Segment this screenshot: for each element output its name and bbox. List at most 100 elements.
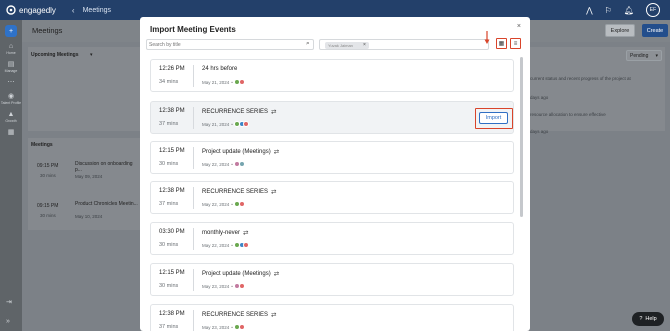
- create-button[interactable]: Create: [642, 24, 668, 37]
- divider: [193, 310, 194, 331]
- event-card[interactable]: 12:38 PM 37 mins RECURRENCE SERIES ⇄ May 21,…: [150, 101, 514, 134]
- attendee-avatar: [238, 283, 245, 289]
- attendee-avatars: [234, 79, 245, 85]
- event-date-row: May 23, 2024 •: [202, 283, 245, 289]
- event-title: 24 hrs before: [202, 66, 238, 72]
- meeting-duration: 30 mins: [40, 213, 56, 218]
- home-icon: ⌂: [8, 43, 14, 50]
- pending-filter-label: Pending: [630, 53, 649, 59]
- help-button[interactable]: ? Help: [632, 312, 664, 326]
- calendar-view-button[interactable]: ▦: [496, 38, 507, 49]
- event-card[interactable]: 12:15 PM 30 mins Project update (Meetings)…: [150, 263, 514, 296]
- event-card[interactable]: 03:30 PM 30 mins monthly-never ⇄ May 22, 202…: [150, 222, 514, 255]
- meeting-title[interactable]: Discussion on onboarding p...: [75, 161, 140, 173]
- list-view-button[interactable]: ≡: [510, 38, 521, 49]
- attendee-avatars: [234, 242, 250, 248]
- nav-item-talent-profile[interactable]: ◉ Talent Profile: [0, 93, 22, 105]
- notification-bell-icon[interactable]: 🔔︎: [624, 6, 634, 15]
- list-icon: ≡: [513, 40, 518, 47]
- chevron-down-icon[interactable]: ▾: [90, 52, 93, 58]
- activity-text: resource allocation to ensure effective: [530, 112, 606, 117]
- close-icon[interactable]: ×: [517, 23, 521, 30]
- search-input[interactable]: [146, 39, 314, 50]
- pending-filter[interactable]: Pending ▾: [626, 50, 662, 61]
- back-link[interactable]: ‹ Meetings: [72, 6, 111, 15]
- logout-icon[interactable]: ⇥: [6, 298, 12, 306]
- nav-item-grid[interactable]: ▦: [0, 129, 22, 137]
- event-title: Project update (Meetings): [202, 271, 271, 277]
- nav-label: Home: [6, 51, 16, 55]
- attendee-avatar: [238, 324, 245, 330]
- event-date: May 22, 2024: [202, 201, 230, 207]
- event-duration: 37 mins: [159, 201, 179, 207]
- annotation-arrow-icon: [484, 31, 490, 44]
- event-card[interactable]: 12:26 PM 34 mins 24 hrs before May 21, 2024…: [150, 59, 514, 92]
- event-time: 12:38 PM: [159, 311, 185, 317]
- collapse-icon[interactable]: »: [6, 318, 10, 325]
- divider: [193, 269, 194, 291]
- event-date-row: May 22, 2024 •: [202, 201, 245, 207]
- event-card[interactable]: 12:38 PM 37 mins RECURRENCE SERIES ⇄ May 23,…: [150, 304, 514, 331]
- attendee-avatar: [238, 79, 245, 85]
- divider: [193, 147, 194, 169]
- separator-dot: •: [231, 201, 233, 207]
- event-title-row: RECURRENCE SERIES ⇄: [202, 188, 276, 196]
- attendee-avatar: [243, 242, 250, 248]
- event-time: 12:15 PM: [159, 270, 185, 276]
- help-label: Help: [645, 316, 657, 322]
- event-date: May 21, 2024: [202, 79, 230, 85]
- brand-logo[interactable]: engagedly: [6, 5, 56, 15]
- filter-chip: Yuvak Jaiman ×: [325, 41, 369, 49]
- recurring-icon: ⇄: [271, 312, 277, 319]
- nav-item-more[interactable]: ⋯: [0, 79, 22, 87]
- event-title: RECURRENCE SERIES: [202, 312, 269, 318]
- remove-chip-icon[interactable]: ×: [363, 42, 366, 49]
- explore-button[interactable]: Explore: [605, 24, 635, 37]
- meeting-duration: 30 mins: [40, 173, 56, 178]
- event-date: May 22, 2024: [202, 242, 230, 248]
- attendee-avatar: [243, 121, 250, 127]
- meeting-time: 09:15 PM: [37, 163, 59, 169]
- filter-chip-label: Yuvak Jaiman: [328, 42, 353, 48]
- nav-item-growth[interactable]: ▲ Growth: [0, 111, 22, 123]
- event-card[interactable]: 12:15 PM 30 mins Project update (Meetings)…: [150, 141, 514, 174]
- left-sidebar: + ⌂ Home ▤ Manage ⋯ ◉ Talent Profile ▲ Growt…: [0, 20, 22, 331]
- chevron-down-icon: ▾: [655, 53, 658, 59]
- nav-label: Growth: [5, 119, 17, 123]
- nav-item-manage[interactable]: ▤ Manage: [0, 61, 22, 73]
- import-button[interactable]: Import: [479, 112, 508, 124]
- event-duration: 37 mins: [159, 121, 179, 127]
- recurring-icon: ⇄: [243, 230, 249, 237]
- user-avatar[interactable]: EF: [646, 3, 660, 17]
- event-title-row: Project update (Meetings) ⇄: [202, 270, 279, 278]
- help-icon: ?: [639, 316, 643, 322]
- event-date-row: May 22, 2024 •: [202, 161, 245, 167]
- manage-icon: ▤: [7, 61, 15, 68]
- feedback-icon[interactable]: ⚐: [605, 6, 612, 15]
- attendee-avatar: [238, 201, 245, 207]
- event-duration: 30 mins: [159, 242, 179, 248]
- attendee-avatars: [234, 283, 245, 289]
- attendee-avatars: [234, 121, 250, 127]
- meeting-date: May 09, 2024: [75, 174, 103, 179]
- activity-text: current status and recent progress of th…: [530, 76, 631, 81]
- org-chart-icon[interactable]: ⋀: [586, 6, 593, 15]
- recurring-icon: ⇄: [273, 149, 280, 156]
- nav-label: Talent Profile: [0, 101, 22, 105]
- nav-home-button[interactable]: +: [5, 25, 17, 37]
- event-title: Project update (Meetings): [202, 149, 271, 155]
- event-date: May 21, 2024: [202, 121, 230, 127]
- nav-item-home[interactable]: ⌂ Home: [0, 43, 22, 55]
- event-duration: 34 mins: [159, 79, 179, 85]
- event-card[interactable]: 12:38 PM 37 mins RECURRENCE SERIES ⇄ May 22,…: [150, 181, 514, 214]
- back-label: Meetings: [82, 6, 111, 14]
- scrollbar[interactable]: [520, 57, 523, 217]
- recurring-icon: ⇄: [271, 109, 277, 116]
- event-time: 03:30 PM: [159, 229, 185, 235]
- recurring-icon: ⇄: [273, 271, 280, 278]
- separator-dot: •: [231, 121, 233, 127]
- search-icon[interactable]: ⌕: [306, 40, 310, 48]
- event-title: monthly-never: [202, 230, 241, 236]
- attendee-filter[interactable]: Yuvak Jaiman ×: [319, 39, 489, 50]
- meeting-title[interactable]: Product Chronicles Meetin...: [75, 201, 138, 207]
